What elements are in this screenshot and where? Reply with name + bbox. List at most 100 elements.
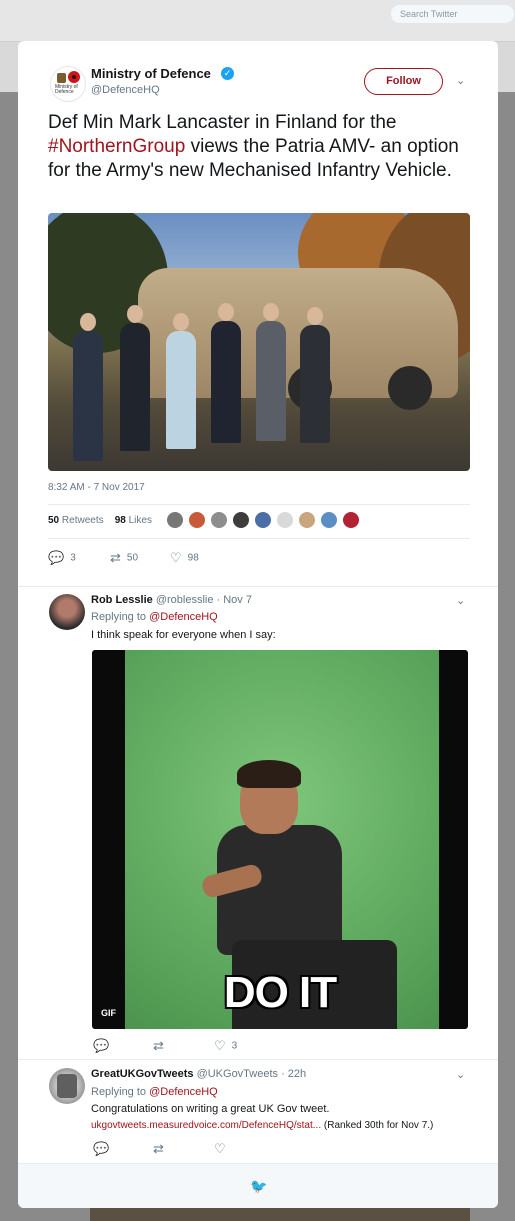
reply-button[interactable]: 💬 (93, 1038, 115, 1054)
photo-person-head (80, 313, 96, 331)
avatar[interactable] (49, 1068, 85, 1104)
divider (18, 586, 498, 587)
photo-person-head (127, 305, 143, 323)
photo-person-head (173, 313, 189, 331)
retweet-button[interactable]: ⇄ (153, 1141, 170, 1157)
tweet-text: Def Min Mark Lancaster in Finland for th… (48, 111, 468, 183)
liker-avatar[interactable] (210, 511, 228, 529)
heart-icon: ♡ (170, 550, 182, 565)
divider (48, 538, 470, 539)
reply-text: Congratulations on writing a great UK Go… (91, 1103, 330, 1115)
reply-icon: 💬 (93, 1038, 110, 1053)
tweet-text-start: Def Min Mark Lancaster in Finland for th… (48, 112, 397, 133)
retweet-button[interactable]: ⇄ (153, 1038, 170, 1054)
photo-person (120, 305, 150, 451)
gif-caption: DO IT (223, 968, 337, 1017)
likes-count[interactable]: 98 (115, 515, 126, 526)
liker-avatar[interactable] (188, 511, 206, 529)
author-name[interactable]: Ministry of Defence (91, 66, 211, 81)
tweet-timestamp[interactable]: 8:32 AM - 7 Nov 2017 (48, 482, 145, 493)
photo-person (300, 307, 330, 443)
avatar[interactable] (49, 594, 85, 630)
follow-button[interactable]: Follow (364, 68, 443, 95)
coat-of-arms-icon (57, 1074, 77, 1098)
replying-to: Replying to @DefenceHQ (91, 611, 218, 623)
reply-icon: 💬 (48, 550, 65, 565)
avatar-text: Ministry of Defence (55, 84, 78, 95)
replying-prefix: Replying to (91, 1086, 150, 1098)
photo-person (166, 313, 196, 449)
reply-link-line: ukgovtweets.measuredvoice.com/DefenceHQ/… (91, 1120, 433, 1131)
replying-to-link[interactable]: @DefenceHQ (149, 1086, 218, 1098)
chevron-down-icon[interactable]: ⌄ (456, 74, 465, 87)
avatar[interactable]: Ministry of Defence (50, 66, 86, 102)
retweet-count: 50 (126, 552, 139, 564)
like-button[interactable]: ♡ 98 (170, 550, 199, 566)
modal-footer: 🐦 (18, 1163, 498, 1208)
reply-count: 3 (70, 552, 76, 564)
reply-link-suffix: (Ranked 30th for Nov 7.) (321, 1120, 434, 1131)
reply-author-name: GreatUKGovTweets (91, 1068, 194, 1080)
chevron-down-icon[interactable]: ⌄ (456, 594, 465, 607)
gif-figure-hair (237, 760, 301, 788)
divider (48, 504, 470, 505)
verified-badge-icon: ✓ (221, 67, 234, 80)
reply-author-handle: @UKGovTweets · 22h (196, 1068, 307, 1080)
photo-wheel (388, 366, 432, 410)
retweet-button[interactable]: ⇄ 50 (110, 550, 138, 566)
reply-author-name: Rob Lesslie (91, 594, 153, 606)
crest-icon (57, 73, 66, 83)
retweet-icon: ⇄ (110, 550, 121, 565)
twitter-bird-icon: 🐦 (250, 1178, 268, 1194)
reply-gif[interactable]: DO IT GIF (92, 650, 468, 1029)
photo-person (73, 313, 103, 461)
reply-icon: 💬 (93, 1141, 110, 1156)
reply-link[interactable]: ukgovtweets.measuredvoice.com/DefenceHQ/… (91, 1120, 321, 1131)
reply-author[interactable]: GreatUKGovTweets @UKGovTweets · 22h (91, 1068, 306, 1080)
liker-avatar[interactable] (166, 511, 184, 529)
reply-button[interactable]: 💬 3 (48, 550, 76, 566)
retweets-label[interactable]: Retweets (62, 515, 104, 526)
replying-prefix: Replying to (91, 611, 150, 623)
photo-person-head (263, 303, 279, 321)
replying-to-link[interactable]: @DefenceHQ (149, 611, 218, 623)
heart-icon: ♡ (214, 1038, 226, 1053)
retweet-icon: ⇄ (153, 1141, 164, 1156)
liker-avatar[interactable] (342, 511, 360, 529)
replying-to: Replying to @DefenceHQ (91, 1086, 218, 1098)
liker-avatar[interactable] (254, 511, 272, 529)
reply-text: I think speak for everyone when I say: (91, 629, 276, 641)
retweet-icon: ⇄ (153, 1038, 164, 1053)
retweets-count[interactable]: 50 (48, 515, 59, 526)
like-button[interactable]: ♡ (214, 1141, 232, 1157)
author-handle[interactable]: @DefenceHQ (91, 84, 160, 96)
tweet-modal: Ministry of Defence Ministry of Defence … (18, 41, 498, 1208)
tweet-photo[interactable] (48, 213, 470, 471)
search-input[interactable]: Search Twitter (390, 4, 515, 24)
like-button[interactable]: ♡ 3 (214, 1038, 237, 1054)
reply-button[interactable]: 💬 (93, 1141, 115, 1157)
tweet-stats: 50 Retweets 98 Likes (48, 515, 152, 526)
heart-icon: ♡ (214, 1141, 226, 1156)
poppy-icon (68, 71, 80, 83)
main-tweet: Ministry of Defence Ministry of Defence … (18, 41, 498, 586)
like-count: 3 (231, 1040, 238, 1052)
liker-avatar[interactable] (276, 511, 294, 529)
hashtag-link[interactable]: #NorthernGroup (48, 136, 185, 157)
chevron-down-icon[interactable]: ⌄ (456, 1068, 465, 1081)
photo-person (211, 303, 241, 443)
liker-avatar[interactable] (320, 511, 338, 529)
background-image-peek (90, 1208, 470, 1221)
liker-avatar[interactable] (298, 511, 316, 529)
liker-avatar[interactable] (232, 511, 250, 529)
browser-top-bar: Search Twitter (0, 0, 515, 42)
likes-label[interactable]: Likes (129, 515, 152, 526)
reply-author[interactable]: Rob Lesslie @roblesslie · Nov 7 (91, 594, 252, 606)
reply-author-handle: @roblesslie · Nov 7 (155, 594, 252, 606)
divider (18, 1059, 498, 1060)
photo-person-head (307, 307, 323, 325)
gif-badge: GIF (101, 1008, 116, 1018)
photo-person (256, 303, 286, 441)
like-count: 98 (187, 552, 199, 564)
photo-person-head (218, 303, 234, 321)
